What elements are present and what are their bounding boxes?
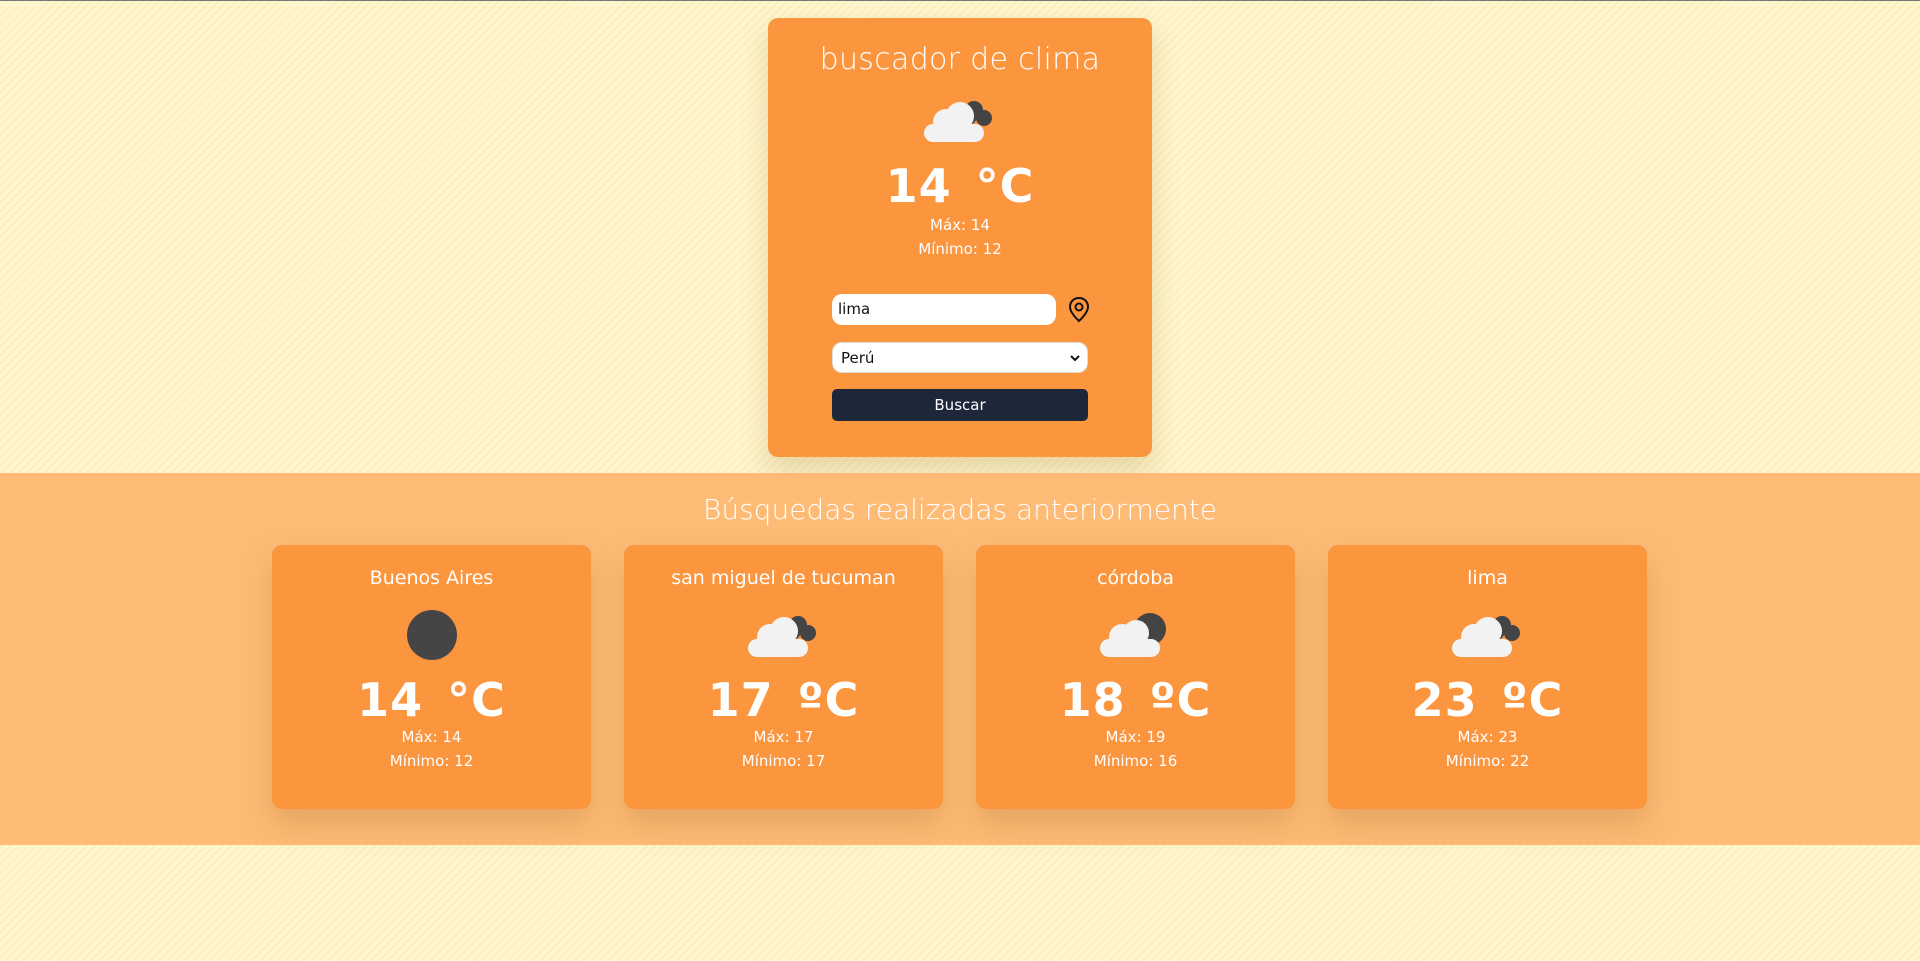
cloud-dark-icon — [747, 616, 816, 657]
history-temperature: 14 °C — [272, 677, 591, 723]
weather-search-card: buscador de clima 14 °C Máx: 14 Mínimo: 1… — [768, 18, 1152, 457]
temperature-value: 23 — [1411, 673, 1478, 727]
temperature-value: 17 — [707, 673, 774, 727]
temperature-unit: °C — [975, 159, 1035, 213]
history-temperature: 17 ºC — [624, 677, 943, 723]
min-temperature: Mínimo: 12 — [918, 240, 1002, 258]
history-card[interactable]: Buenos Aires 14 °C Máx: 14 Mínimo: 12 — [272, 545, 591, 809]
history-card[interactable]: córdoba 18 ºC Máx: 19 Mínimo: 16 — [976, 545, 1295, 809]
history-temperature: 23 ºC — [1328, 677, 1647, 723]
temperature-value: 14 — [885, 159, 952, 213]
temperature-unit: ºC — [1149, 673, 1212, 727]
max-temperature: Máx: 23 — [1457, 728, 1518, 746]
city-input[interactable]: lima — [832, 294, 1056, 325]
temperature-unit: °C — [447, 673, 506, 727]
history-city: Buenos Aires — [369, 567, 494, 589]
temperature-value: 18 — [1059, 673, 1126, 727]
history-title: Búsquedas realizadas anteriormente — [703, 493, 1217, 526]
country-select-value: Perú — [841, 349, 875, 367]
min-temperature: Mínimo: 12 — [389, 752, 474, 770]
history-city: lima — [1467, 567, 1508, 589]
search-button[interactable]: Buscar — [832, 389, 1088, 421]
max-temperature: Máx: 17 — [753, 728, 814, 746]
min-temperature: Mínimo: 16 — [1093, 752, 1178, 770]
cloud-dark-icon — [1451, 616, 1520, 657]
cloud-dark-icon — [924, 101, 992, 142]
history-card[interactable]: san miguel de tucuman 17 ºC Máx: 17 Mínim… — [624, 545, 943, 809]
dark-circle-icon — [406, 610, 457, 660]
country-select[interactable]: Perú — [832, 342, 1088, 373]
current-temperature: 14 °C — [768, 163, 1152, 209]
temperature-unit: ºC — [1501, 673, 1564, 727]
min-temperature: Mínimo: 17 — [741, 752, 826, 770]
history-card[interactable]: lima 23 ºC Máx: 23 Mínimo: 22 — [1328, 545, 1647, 809]
history-city: córdoba — [1097, 567, 1174, 589]
chevron-down-icon — [1070, 355, 1080, 362]
cloud-moon-icon — [1099, 613, 1166, 657]
max-temperature: Máx: 14 — [401, 728, 462, 746]
app-title: buscador de clima — [819, 42, 1101, 77]
max-temperature: Máx: 19 — [1105, 728, 1166, 746]
history-city: san miguel de tucuman — [671, 567, 896, 589]
search-history-section: Búsquedas realizadas anteriormente Bueno… — [0, 473, 1920, 845]
temperature-value: 14 — [357, 673, 424, 727]
temperature-unit: ºC — [797, 673, 860, 727]
history-temperature: 18 ºC — [976, 677, 1295, 723]
location-pin-icon[interactable] — [1068, 296, 1090, 324]
max-temperature: Máx: 14 — [930, 216, 990, 234]
min-temperature: Mínimo: 22 — [1445, 752, 1530, 770]
